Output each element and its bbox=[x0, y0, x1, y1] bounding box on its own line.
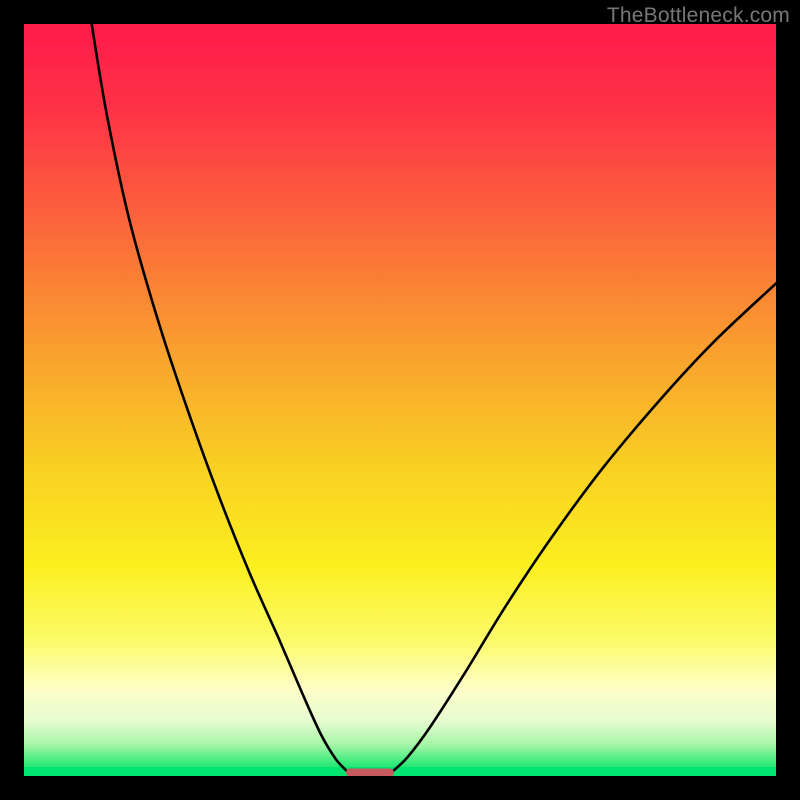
bottleneck-marker bbox=[346, 768, 394, 776]
black-frame: TheBottleneck.com bbox=[0, 0, 800, 800]
plot-area bbox=[24, 24, 776, 776]
bottleneck-chart bbox=[24, 24, 776, 776]
gradient-background bbox=[24, 24, 776, 776]
watermark-text: TheBottleneck.com bbox=[607, 4, 790, 28]
optimal-band bbox=[24, 767, 776, 776]
